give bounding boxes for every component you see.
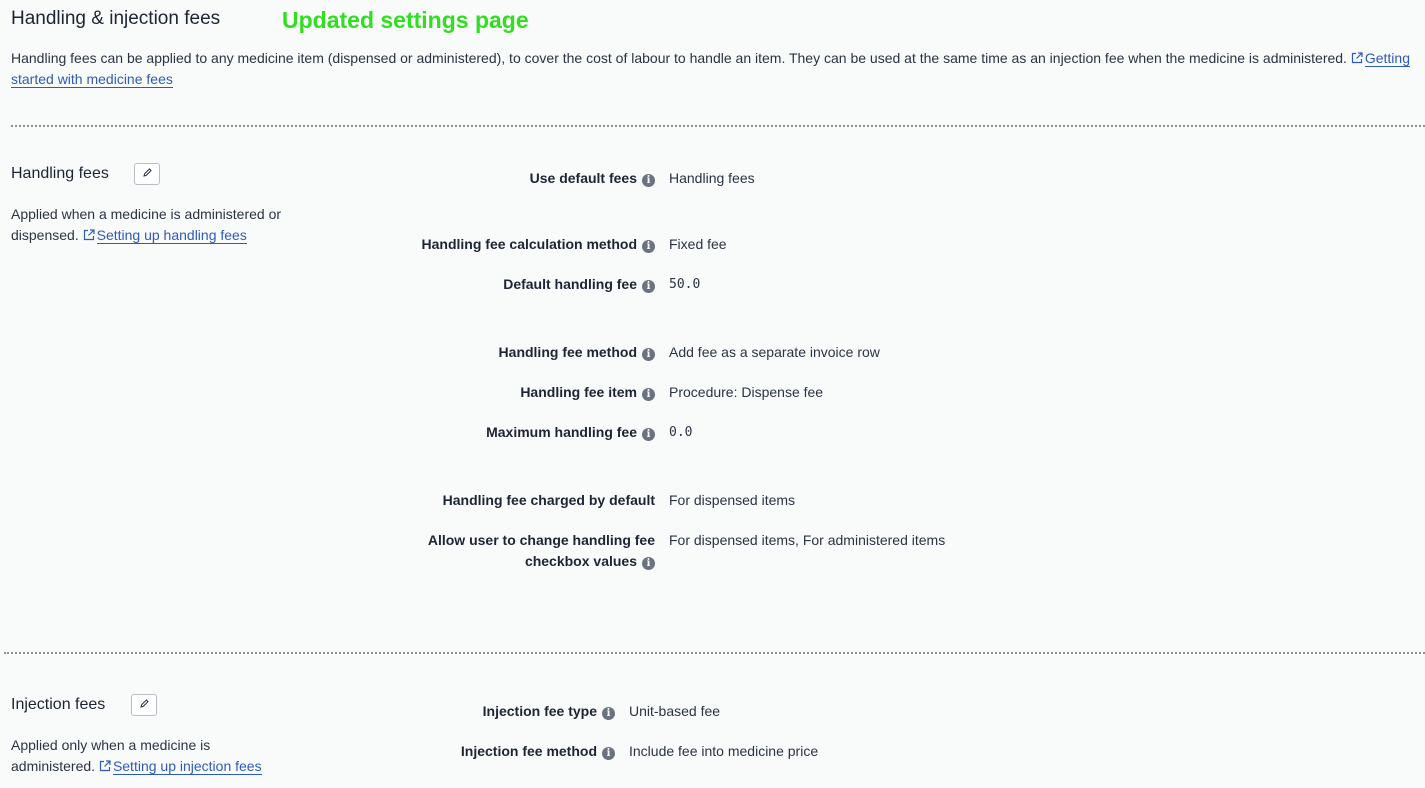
info-icon[interactable]: i [642,348,655,361]
external-link-icon [99,757,111,772]
field-label-handling-fee-item: Handling fee item i [520,382,655,403]
field-value-default-handling-fee: 50.0 [669,277,701,292]
info-icon[interactable]: i [642,428,655,441]
edit-handling-fees-button[interactable] [134,163,160,185]
pencil-icon [139,696,150,714]
external-link-icon [1351,49,1363,64]
intro-text: Handling fees can be applied to any medi… [11,48,1411,90]
label-text: Default handling fee [503,276,637,292]
setting-up-handling-fees-link[interactable]: Setting up handling fees [96,227,247,244]
external-link-icon [83,226,95,241]
label-text: Injection fee type [482,703,597,719]
field-value-injection-fee-method: Include fee into medicine price [629,743,819,759]
field-label-use-default-fees: Use default fees i [530,168,655,189]
field-value-allow-user-change: For dispensed items, For administered it… [669,532,946,548]
edit-injection-fees-button[interactable] [131,694,157,716]
field-label-calculation-method: Handling fee calculation method i [422,234,655,255]
field-value-handling-fee-item: Procedure: Dispense fee [669,384,824,400]
field-value-maximum-handling-fee: 0.0 [669,425,693,440]
info-icon[interactable]: i [642,388,655,401]
label-text: Maximum handling fee [486,424,637,440]
label-text: checkbox values [524,553,637,569]
field-label-injection-fee-type: Injection fee type i [483,701,615,722]
label-text: Allow user to change handling fee [427,532,655,548]
intro-description: Handling fees can be applied to any medi… [11,50,1347,66]
field-value-charged-by-default: For dispensed items [669,492,796,508]
label-text: Handling fee item [520,384,637,400]
info-icon[interactable]: i [602,707,615,720]
info-icon[interactable]: i [642,174,655,187]
section-divider [11,125,1425,127]
info-icon[interactable]: i [642,240,655,253]
field-value-use-default-fees: Handling fees [669,170,755,186]
pencil-icon [142,165,153,183]
handling-fees-description: Applied when a medicine is administered … [11,204,311,246]
label-text: Handling fee charged by default [442,492,655,508]
field-label-handling-fee-method: Handling fee method i [499,342,655,363]
page-title: Handling & injection fees [11,8,221,29]
field-value-injection-fee-type: Unit-based fee [629,703,721,719]
info-icon[interactable]: i [602,747,615,760]
info-icon[interactable]: i [642,557,655,570]
annotation-label: Updated settings page [282,7,529,33]
label-text: Handling fee method [498,344,637,360]
field-label-maximum-handling-fee: Maximum handling fee i [486,422,655,443]
label-text: Injection fee method [460,743,597,759]
handling-fees-title: Handling fees [11,165,109,182]
injection-fees-description: Applied only when a medicine is administ… [11,735,291,777]
injection-fees-title: Injection fees [11,696,106,713]
field-label-default-handling-fee: Default handling fee i [503,274,655,295]
field-label-charged-by-default: Handling fee charged by default [443,490,655,511]
field-value-handling-fee-method: Add fee as a separate invoice row [669,344,880,360]
info-icon[interactable]: i [642,280,655,293]
section-divider [4,652,1425,654]
field-label-allow-user-change: Allow user to change handling fee checkb… [428,530,655,572]
label-text: Use default fees [529,170,637,186]
field-label-injection-fee-method: Injection fee method i [461,741,615,762]
setting-up-injection-fees-link[interactable]: Setting up injection fees [112,758,262,775]
label-text: Handling fee calculation method [421,236,637,252]
field-value-calculation-method: Fixed fee [669,236,727,252]
